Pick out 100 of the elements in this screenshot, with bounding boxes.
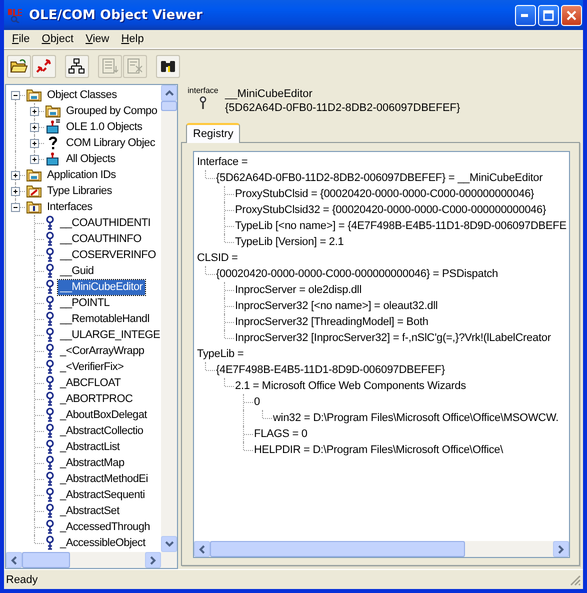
tree-item[interactable]: _<CorArrayWrapp xyxy=(58,344,146,358)
registry-entry: win32 = D:\Program Files\Microsoft Office\Office\MSOWCW. xyxy=(272,412,559,424)
expand-toggle[interactable] xyxy=(30,138,39,148)
object-icon xyxy=(45,119,61,135)
registry-entry: ProxyStubClsid32 = {00020420-0000-0000-C000-000000000046} xyxy=(234,204,546,216)
tree-item[interactable]: __COAUTHIDENTI xyxy=(58,216,153,230)
expand-toggle[interactable] xyxy=(11,202,20,212)
resize-grip-icon xyxy=(569,574,581,586)
interface-icon xyxy=(45,327,55,343)
interface-name: __MiniCubeEditor xyxy=(225,87,314,101)
expand-toggle[interactable] xyxy=(30,154,39,164)
scroll-left-icon xyxy=(11,556,17,564)
tree-item[interactable]: Grouped by Compo xyxy=(64,104,160,118)
tree-item[interactable]: _AboutBoxDelegat xyxy=(58,408,149,422)
menu-item[interactable]: Help xyxy=(115,33,150,45)
document-icon xyxy=(126,58,144,74)
object-icon xyxy=(45,151,61,167)
tree-item[interactable]: _AbstractSet xyxy=(58,504,122,518)
scroll-right-icon xyxy=(558,544,564,554)
close-button[interactable] xyxy=(561,4,582,26)
tree-item[interactable]: Type Libraries xyxy=(45,184,114,198)
scroll-thumb[interactable] xyxy=(161,101,177,111)
interface-icon xyxy=(45,343,55,359)
menu-item[interactable]: View xyxy=(80,33,116,45)
scroll-thumb[interactable] xyxy=(22,552,70,568)
tree-item[interactable]: _AbstractMethodEi xyxy=(58,472,150,486)
folder-icon xyxy=(26,167,42,183)
expand-toggle[interactable] xyxy=(30,106,39,116)
registry-entry: {00020420-0000-0000-C000-000000000046} = PSDispatch xyxy=(215,268,498,280)
tree-item[interactable]: _AbstractMap xyxy=(58,456,126,470)
tree-item[interactable]: _AbstractSequenti xyxy=(58,488,147,502)
app-icon xyxy=(7,7,23,23)
registry-entry: 0 xyxy=(253,396,260,408)
tree-item[interactable]: __POINTL xyxy=(58,296,112,310)
tree-item[interactable]: __COSERVERINFO xyxy=(58,248,158,262)
scroll-thumb[interactable] xyxy=(210,541,465,557)
vertical-scrollbar[interactable] xyxy=(161,85,177,552)
interface-icon xyxy=(45,391,55,407)
tree-item[interactable]: __ULARGE_INTEGE xyxy=(58,328,161,342)
minimize-button[interactable] xyxy=(515,4,536,26)
tree-item[interactable]: Object Classes xyxy=(45,88,119,102)
folder-icon xyxy=(10,58,28,74)
tree-item[interactable]: _AbstractCollectio xyxy=(58,424,146,438)
expand-toggle[interactable] xyxy=(30,122,39,132)
tree-item[interactable]: All Objects xyxy=(64,152,118,166)
tree-item[interactable]: _AbstractList xyxy=(58,440,122,454)
tree-item[interactable]: __MiniCubeEditor xyxy=(58,280,145,294)
maximize-button[interactable] xyxy=(538,4,559,26)
expand-toggle[interactable] xyxy=(11,170,20,180)
menu-item[interactable]: File xyxy=(6,33,36,45)
interface-icon xyxy=(45,471,55,487)
tree-item[interactable]: Application IDs xyxy=(45,168,118,182)
tree-item[interactable]: COM Library Objec xyxy=(64,136,158,150)
folder-icon xyxy=(26,183,42,199)
interface-icon xyxy=(45,423,55,439)
tree-item[interactable]: OLE 1.0 Objects xyxy=(64,120,144,134)
interface-icon xyxy=(45,279,55,295)
interface-icon xyxy=(45,295,55,311)
tree-item[interactable]: _AccessedThrough xyxy=(58,520,152,534)
toolbar-button[interactable] xyxy=(7,54,31,78)
registry-entry: ProxyStubClsid = {00020420-0000-0000-C000-000000000046} xyxy=(234,188,534,200)
minimize-icon xyxy=(521,14,530,16)
interface-icon xyxy=(199,96,207,110)
tree-item[interactable]: __RemotableHandl xyxy=(58,312,152,326)
registry-entry: InprocServer = ole2disp.dll xyxy=(234,284,362,296)
interface-icon xyxy=(45,519,55,535)
list-icon xyxy=(101,58,119,74)
scroll-up-icon xyxy=(164,90,174,96)
tree-item[interactable]: Interfaces xyxy=(45,200,94,214)
interface-icon xyxy=(45,503,55,519)
interface-icon xyxy=(45,487,55,503)
tree-item[interactable]: _ABCFLOAT xyxy=(58,376,123,390)
window-title: OLE/COM Object Viewer xyxy=(29,8,204,22)
folder-icon xyxy=(26,87,42,103)
registry-entry: InprocServer32 [ThreadingModel] = Both xyxy=(234,316,428,328)
expand-toggle[interactable] xyxy=(11,90,20,100)
tab[interactable]: Registry xyxy=(186,123,240,143)
tree-item[interactable]: __COAUTHINFO xyxy=(58,232,144,246)
horizontal-scrollbar[interactable] xyxy=(6,552,177,568)
scroll-left-icon xyxy=(199,544,205,554)
tree-item[interactable]: __Guid xyxy=(58,264,96,278)
tree-item[interactable]: _AccessibleObject xyxy=(58,536,148,550)
scroll-down-icon xyxy=(164,541,174,547)
status-text: Ready xyxy=(6,574,38,586)
interface-icon xyxy=(45,311,55,327)
interface-icon xyxy=(45,231,55,247)
horizontal-scrollbar[interactable] xyxy=(194,541,569,557)
toolbar-button[interactable] xyxy=(156,54,180,78)
interface-icon xyxy=(45,455,55,471)
maximize-icon xyxy=(543,10,554,20)
close-icon xyxy=(566,10,577,20)
menu-item[interactable]: Object xyxy=(36,33,80,45)
tree-item[interactable]: _<VerifierFix> xyxy=(58,360,126,374)
toolbar-button[interactable] xyxy=(65,54,89,78)
interface-icon xyxy=(45,215,55,231)
registry-entry: FLAGS = 0 xyxy=(253,428,308,440)
interface-icon xyxy=(45,359,55,375)
interface-icon xyxy=(45,439,55,455)
tree-item[interactable]: _ABORTPROC xyxy=(58,392,135,406)
expand-toggle[interactable] xyxy=(11,186,20,196)
